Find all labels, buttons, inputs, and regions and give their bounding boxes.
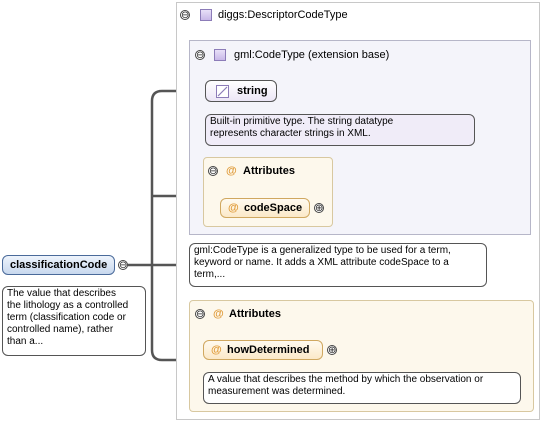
extension-type-icon bbox=[214, 49, 226, 61]
attribute-howdetermined-node[interactable]: @ howDetermined bbox=[203, 340, 323, 360]
attribute-codespace-expand-icon[interactable]: ⊕ bbox=[314, 203, 324, 214]
extension-attributes-label: Attributes bbox=[243, 165, 295, 177]
attribute-icon: @ bbox=[211, 344, 222, 356]
base-type-doc-line: represents character strings in XML. bbox=[210, 128, 371, 139]
base-type-string-label: string bbox=[237, 85, 268, 97]
attributes-label: Attributes bbox=[229, 308, 281, 320]
base-type-string-node[interactable]: string bbox=[205, 80, 277, 102]
attribute-howdetermined-label: howDetermined bbox=[227, 344, 310, 356]
extension-doc-line: keyword or name. It adds a XML attribute… bbox=[194, 257, 449, 268]
root-element-collapse-icon[interactable]: ⊖ bbox=[118, 260, 128, 271]
attributes-collapse-icon[interactable]: ⊖ bbox=[195, 309, 205, 320]
root-doc-line: than a... bbox=[7, 336, 44, 347]
base-type-doc-line: Built-in primitive type. The string data… bbox=[210, 116, 394, 127]
attribute-codespace-label: codeSpace bbox=[244, 202, 303, 214]
root-element-label: classificationCode bbox=[10, 259, 108, 271]
attribute-doc-line: measurement was determined. bbox=[208, 386, 346, 397]
attribute-howdetermined-doc: A value that describes the method by whi… bbox=[203, 372, 521, 404]
root-doc-line: term (classification code or bbox=[7, 312, 126, 323]
complex-type-icon bbox=[200, 9, 212, 21]
extension-attributes-collapse-icon[interactable]: ⊖ bbox=[208, 166, 218, 177]
extension-collapse-icon[interactable]: ⊖ bbox=[195, 50, 205, 61]
root-element-node[interactable]: classificationCode bbox=[2, 255, 115, 275]
base-type-doc: Built-in primitive type. The string data… bbox=[205, 114, 475, 146]
root-element-doc: The value that describes the lithology a… bbox=[2, 286, 146, 356]
root-doc-line: The value that describes bbox=[7, 288, 116, 299]
root-doc-line: the lithology as a controlled bbox=[7, 300, 129, 311]
root-doc-line: controlled name), rather bbox=[7, 324, 114, 335]
extension-doc: gml:CodeType is a generalized type to be… bbox=[189, 243, 487, 287]
attribute-howdetermined-expand-icon[interactable]: ⊕ bbox=[327, 345, 337, 356]
extension-label: gml:CodeType (extension base) bbox=[234, 49, 390, 61]
complex-type-collapse-icon[interactable]: ⊖ bbox=[180, 10, 190, 21]
attributes-icon: @ bbox=[213, 308, 224, 320]
attribute-codespace-node[interactable]: @ codeSpace bbox=[220, 198, 310, 218]
attributes-icon: @ bbox=[226, 165, 237, 177]
extension-doc-line: gml:CodeType is a generalized type to be… bbox=[194, 245, 451, 256]
complex-type-name: diggs:DescriptorCodeType bbox=[218, 9, 348, 21]
attribute-icon: @ bbox=[228, 202, 239, 214]
extension-doc-line: term,... bbox=[194, 269, 226, 280]
attribute-doc-line: A value that describes the method by whi… bbox=[208, 374, 484, 385]
simple-type-icon bbox=[216, 85, 229, 98]
